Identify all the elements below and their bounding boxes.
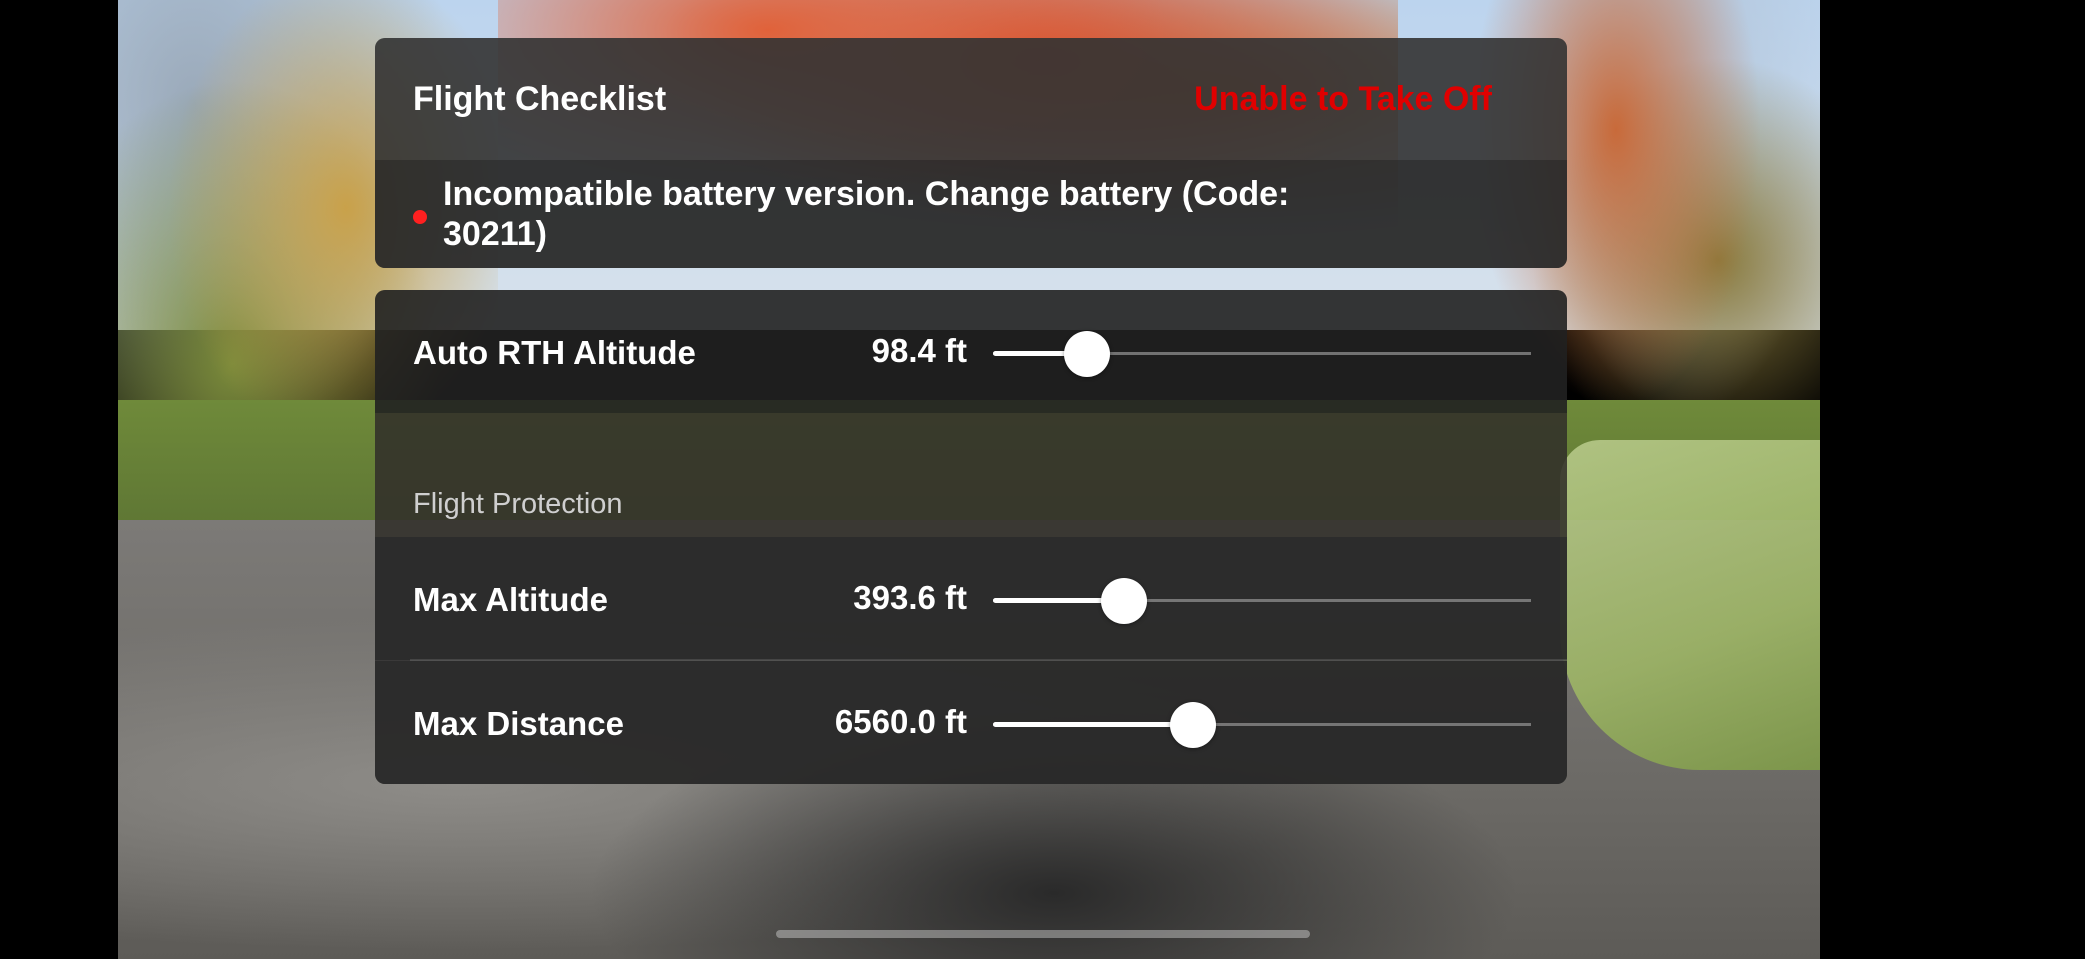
screen: Flight Checklist Unable to Take Off Inco…: [0, 0, 2085, 959]
max-distance-label: Max Distance: [413, 705, 624, 742]
home-indicator[interactable]: [776, 930, 1310, 938]
max-altitude-label: Max Altitude: [413, 581, 608, 618]
slider-fill: [993, 722, 1194, 727]
auto-rth-altitude-slider[interactable]: [993, 331, 1531, 377]
max-distance-slider[interactable]: [993, 702, 1531, 748]
flight-protection-heading: Flight Protection: [413, 488, 623, 520]
error-indicator-icon: [413, 210, 427, 224]
checklist-title: Flight Checklist: [413, 80, 667, 118]
flight-checklist-panel: Flight Checklist Unable to Take Off Inco…: [375, 38, 1567, 268]
setting-row-max-altitude: Max Altitude 393.6 ft: [375, 537, 1567, 660]
slider-thumb[interactable]: [1170, 702, 1217, 748]
checklist-header: Flight Checklist Unable to Take Off: [375, 38, 1567, 160]
setting-row-max-distance: Max Distance 6560.0 ft: [375, 661, 1567, 784]
flight-settings-panel: Auto RTH Altitude 98.4 ft Flight Protect…: [375, 290, 1567, 784]
checklist-error-row[interactable]: Incompatible battery version. Change bat…: [375, 160, 1567, 268]
takeoff-status: Unable to Take Off: [1194, 80, 1492, 118]
max-altitude-value: 393.6 ft: [853, 579, 967, 616]
slider-thumb[interactable]: [1101, 578, 1148, 624]
auto-rth-altitude-label: Auto RTH Altitude: [413, 334, 696, 371]
slider-thumb[interactable]: [1064, 331, 1111, 377]
max-altitude-slider[interactable]: [993, 578, 1531, 624]
setting-row-auto-rth-altitude: Auto RTH Altitude 98.4 ft: [375, 290, 1567, 413]
auto-rth-altitude-value: 98.4 ft: [871, 332, 967, 369]
error-message: Incompatible battery version. Change bat…: [443, 175, 1290, 253]
max-distance-value: 6560.0 ft: [834, 703, 967, 740]
